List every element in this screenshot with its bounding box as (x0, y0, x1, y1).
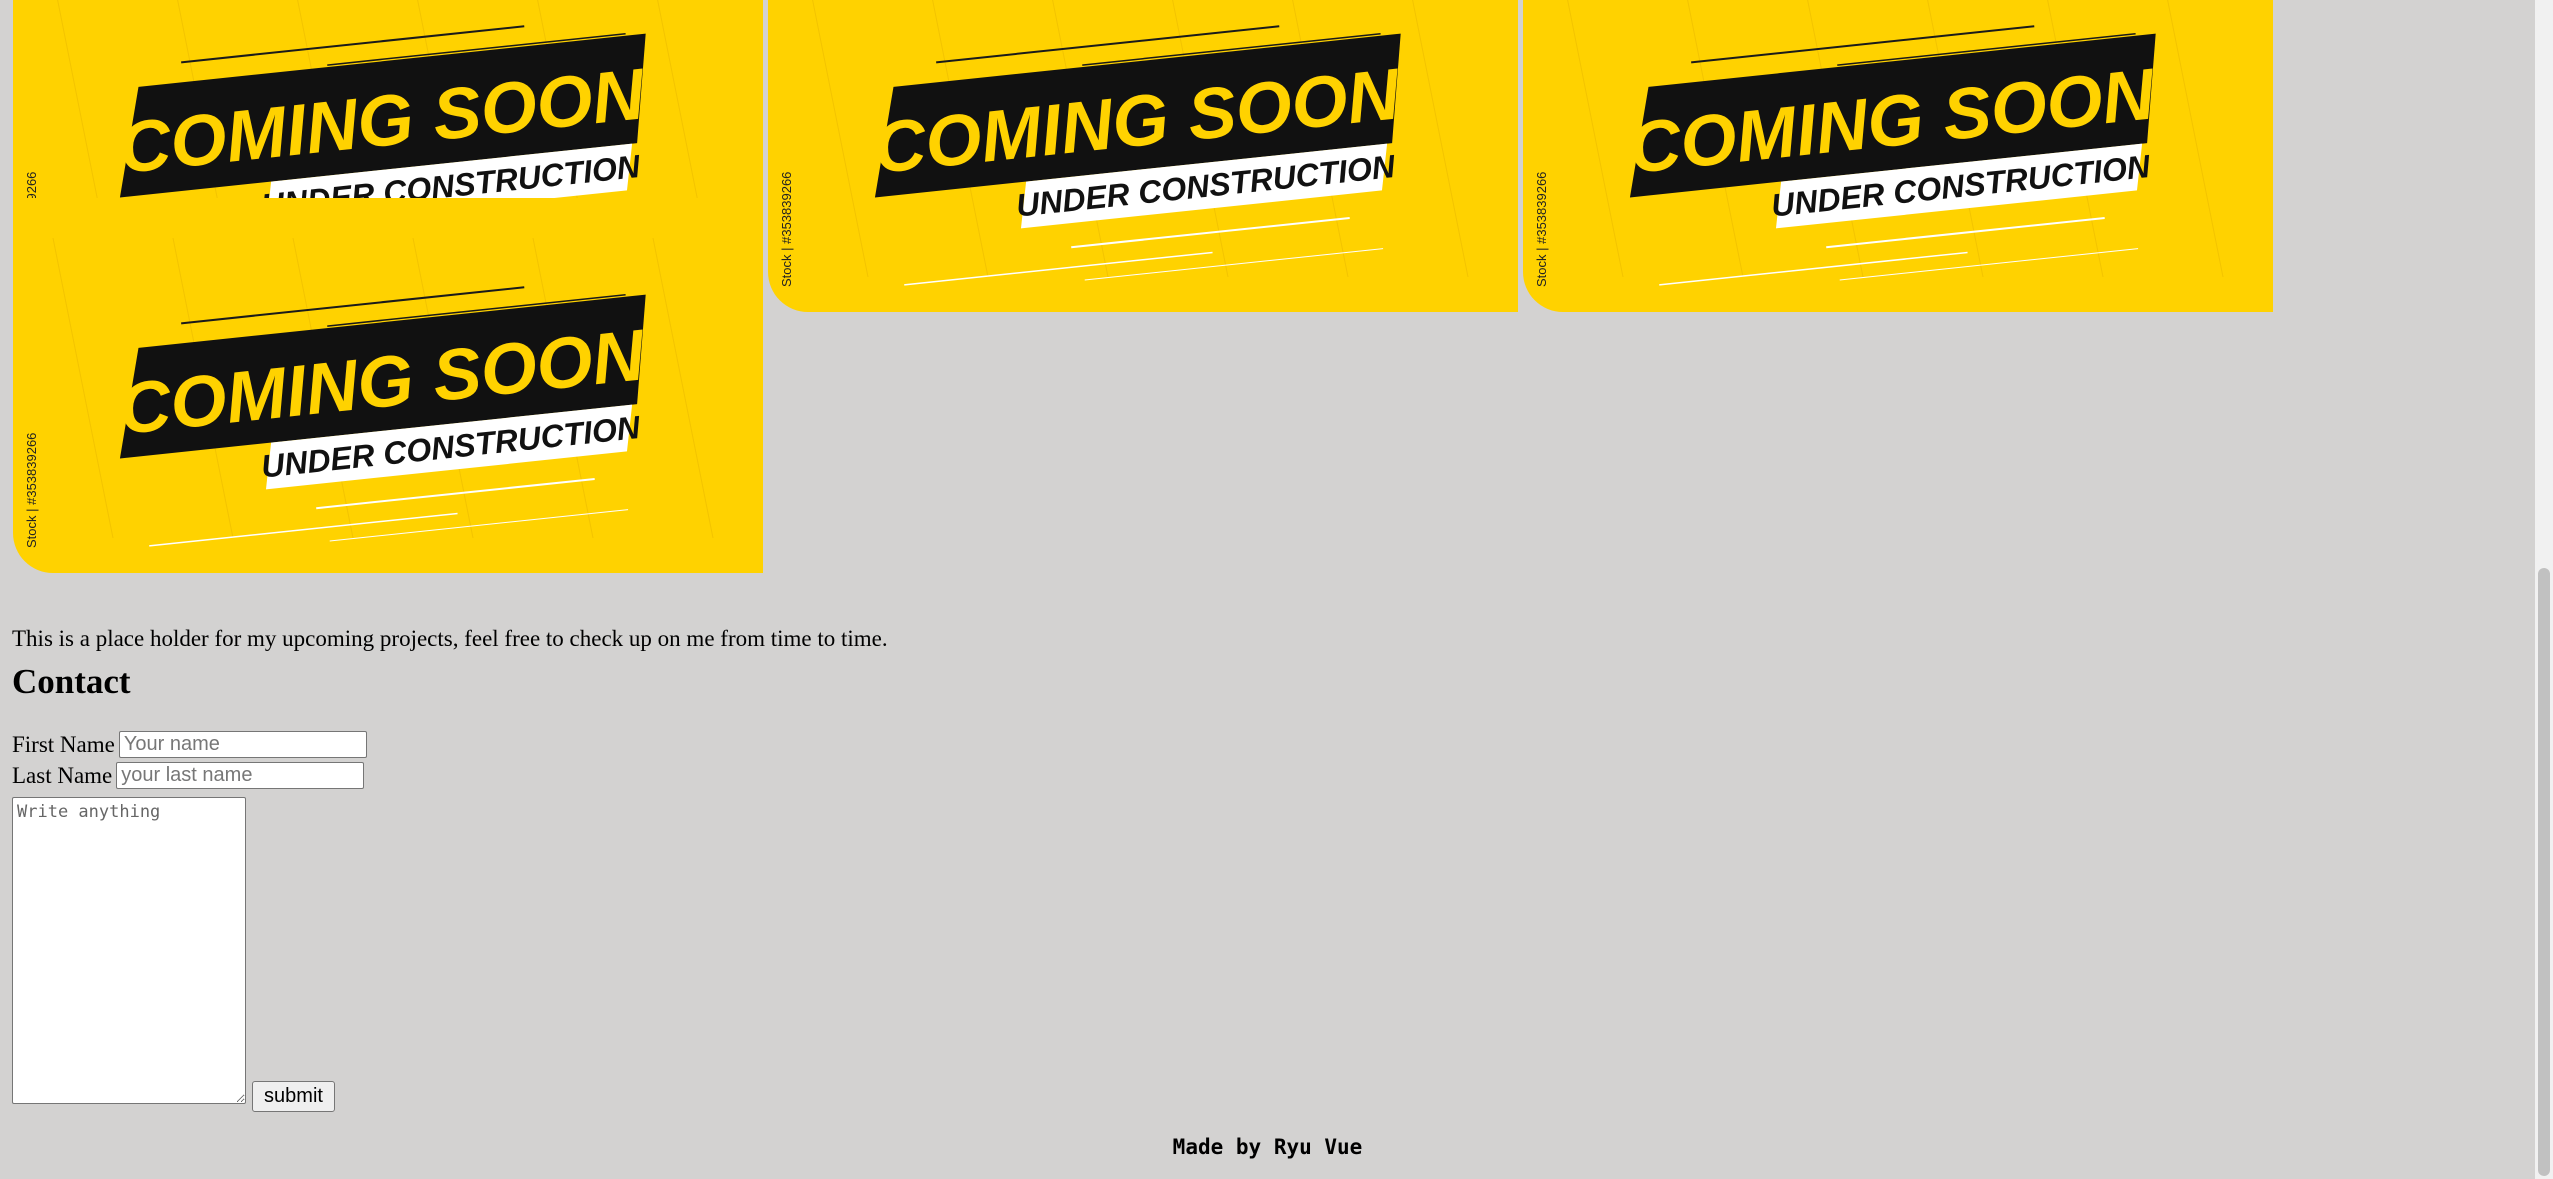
coming-soon-banner: COMING SOONUNDER CONSTRUCTIONStock | #35… (24, 237, 714, 548)
scrollbar-thumb[interactable] (2538, 568, 2550, 1176)
first-name-label: First Name (12, 731, 115, 757)
page: COMING SOONUNDER CONSTRUCTIONStock | #35… (0, 0, 2553, 1179)
projects-description: This is a place holder for my upcoming p… (12, 626, 888, 651)
stock-watermark: Stock | #353839266 (24, 433, 39, 548)
stock-watermark: Stock | #353839266 (779, 172, 794, 287)
footer-credit: Made by Ryu Vue (1172, 1135, 1363, 1159)
coming-soon-banner: COMING SOONUNDER CONSTRUCTIONStock | #35… (1534, 0, 2224, 287)
last-name-row: Last Name (12, 762, 365, 789)
message-textarea[interactable] (12, 797, 246, 1104)
last-name-label: Last Name (12, 762, 113, 788)
first-name-input[interactable] (118, 731, 367, 758)
project-row-bottom: COMING SOON UNDER CONSTRUCTION Stock | #35… (13, 198, 763, 573)
first-name-row: First Name (12, 731, 367, 758)
project-card[interactable]: COMING SOONUNDER CONSTRUCTIONStock | #35… (768, 0, 1518, 312)
contact-heading: Contact (12, 662, 131, 701)
page-scrollbar[interactable] (2535, 0, 2553, 1179)
last-name-input[interactable] (116, 762, 365, 789)
project-card[interactable]: COMING SOONUNDER CONSTRUCTIONStock | #35… (13, 198, 763, 573)
stock-watermark: Stock | #353839266 (1534, 172, 1549, 287)
submit-button[interactable]: submit (252, 1081, 335, 1112)
project-card[interactable]: COMING SOONUNDER CONSTRUCTIONStock | #35… (1523, 0, 2273, 312)
coming-soon-banner: COMING SOONUNDER CONSTRUCTIONStock | #35… (779, 0, 1469, 287)
